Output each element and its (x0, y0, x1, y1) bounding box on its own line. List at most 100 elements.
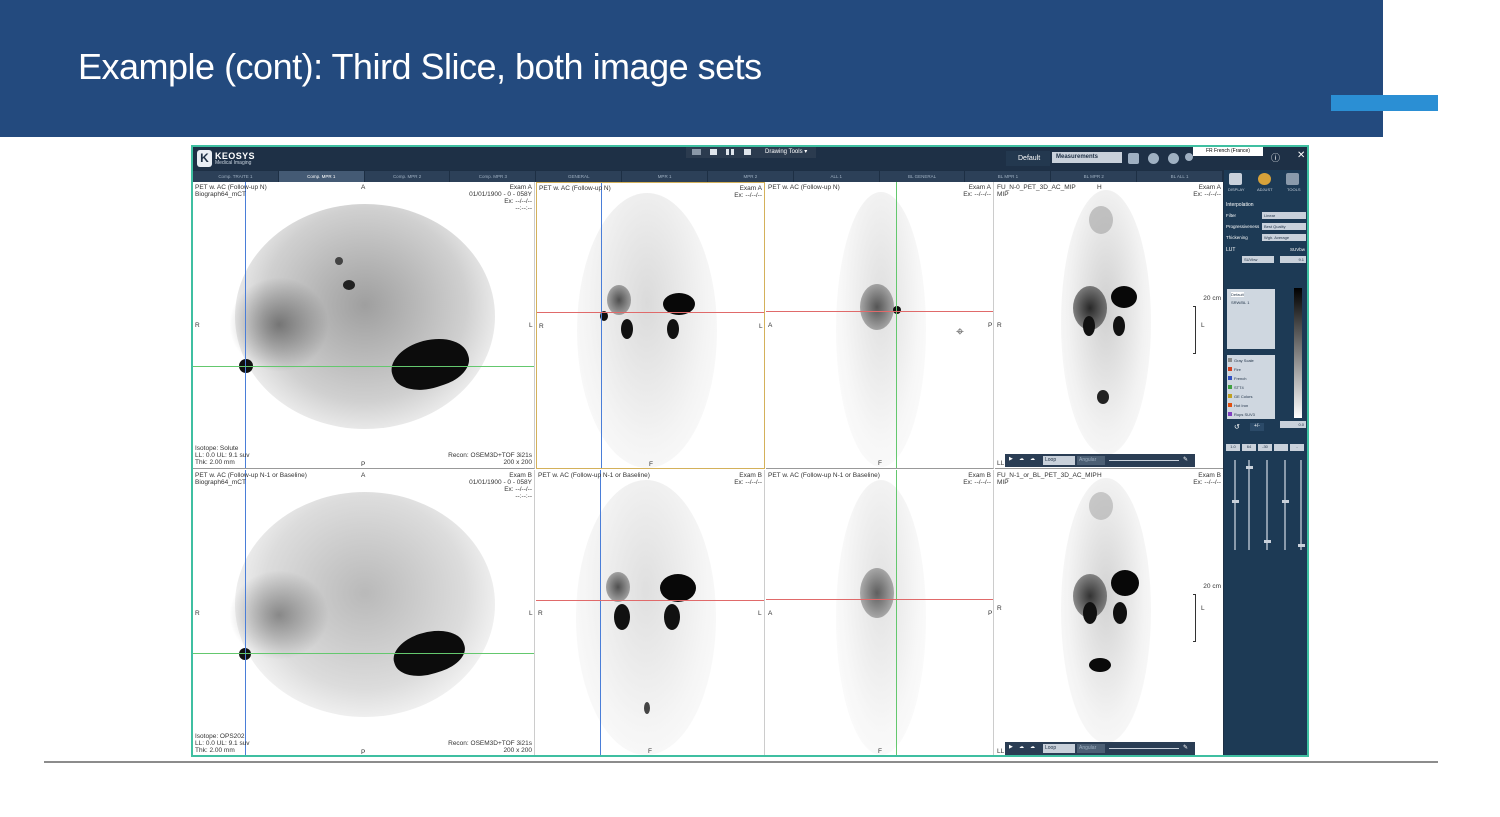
adjust-value[interactable]: -30 (1258, 444, 1272, 451)
color-map-item[interactable]: Rops SUV3 (1234, 412, 1255, 417)
viewport-bottom-axial[interactable]: PET w. AC (Follow-up N-1 or Baseline) Bi… (193, 470, 535, 755)
filter-select[interactable]: Linear (1262, 212, 1306, 219)
slider-5[interactable] (1298, 460, 1305, 550)
grid-icon[interactable] (692, 149, 701, 155)
tools-icon[interactable] (1286, 173, 1299, 185)
tab-bl-mpr-2[interactable]: BL MPR 2 (1051, 171, 1138, 182)
globe-icon[interactable] (1148, 153, 1159, 164)
crosshair-horizontal[interactable] (766, 599, 993, 600)
monitor-icon[interactable] (744, 149, 751, 155)
play-icon[interactable]: ▶ (1009, 456, 1013, 462)
tab-general[interactable]: GENERAL (536, 171, 623, 182)
crosshair-horizontal[interactable] (193, 653, 534, 654)
tab-all-1[interactable]: ALL 1 (794, 171, 880, 182)
tab-comp-mpr-1[interactable]: Comp. MPR 1 (278, 171, 365, 182)
slider-2[interactable] (1246, 460, 1253, 550)
color-map-item[interactable]: French (1234, 376, 1246, 381)
search-icon[interactable] (1185, 153, 1193, 161)
viewport-top-coronal[interactable]: PET w. AC (Follow-up N) Exam A Ex: --/--… (536, 182, 765, 469)
slider-1[interactable] (1232, 460, 1239, 550)
viewport-top-sagittal[interactable]: PET w. AC (Follow-up N) Exam A Ex: --/--… (766, 182, 994, 469)
tab-bl-mpr-1[interactable]: BL MPR 1 (966, 171, 1052, 182)
tab-comp-traite-1[interactable]: Comp. TRAITE 1 (193, 171, 279, 182)
color-map-item[interactable]: Hot Iron (1234, 403, 1248, 408)
pause-icon[interactable] (726, 149, 729, 155)
sync-icon[interactable] (1168, 153, 1179, 164)
pet-sagittal-body (836, 192, 926, 467)
slider-knob[interactable] (1298, 544, 1305, 547)
tab-mpr-2[interactable]: MPR 2 (708, 171, 794, 182)
crosshair-vertical[interactable] (896, 182, 897, 468)
lut-min-value[interactable]: 0.0 (1280, 421, 1306, 428)
bounce-icon[interactable]: ☁ (1030, 456, 1035, 462)
viewport-bottom-coronal[interactable]: PET w. AC (Follow-up N-1 or Baseline) Ex… (536, 470, 765, 755)
adjust-value[interactable]: - (1290, 444, 1304, 451)
measurements-dropdown[interactable]: Measurements (1052, 152, 1122, 163)
drawing-tools-dropdown[interactable]: Drawing Tools ▾ (765, 148, 807, 155)
stop-icon[interactable] (710, 149, 717, 155)
adjust-value[interactable]: 1.0 (1226, 444, 1240, 451)
play-icon[interactable]: ▶ (1009, 744, 1013, 750)
angular-dropdown[interactable]: Angular (1077, 456, 1105, 465)
lut-item[interactable]: Default (1231, 292, 1244, 297)
cine-speed-slider[interactable] (1109, 460, 1179, 461)
crosshair-horizontal[interactable] (193, 366, 534, 367)
crosshair-vertical[interactable] (600, 470, 601, 755)
slider-knob[interactable] (1282, 500, 1289, 503)
lut-max-value[interactable]: 9.1 (1280, 256, 1306, 263)
loop-dropdown[interactable]: Loop (1043, 456, 1075, 465)
lut-item[interactable]: SRW/BL 1 (1231, 300, 1249, 305)
tools-tab[interactable]: TOOLS (1287, 187, 1301, 192)
slider-3[interactable] (1264, 460, 1271, 550)
viewport-bottom-mip[interactable]: FU_N-1_or_BL_PET_3D_AC_MIP MIP H Exam B … (995, 470, 1223, 755)
color-map-item[interactable]: STT4 (1234, 385, 1244, 390)
viewport-top-axial[interactable]: PET w. AC (Follow-up N) Biograph64_mCT A… (193, 182, 535, 469)
pin-icon[interactable]: ✎ (1183, 456, 1188, 463)
tab-bl-all-1[interactable]: BL ALL 1 (1137, 171, 1223, 182)
lut-select[interactable]: SUVbw (1242, 256, 1274, 263)
info-icon[interactable]: ⓘ (1271, 151, 1280, 164)
plus-icon[interactable] (1128, 153, 1139, 164)
thickness-select[interactable]: Wgh. Average (1262, 234, 1306, 241)
color-bar[interactable] (1294, 288, 1302, 418)
slider-knob[interactable] (1246, 466, 1253, 469)
adjust-value[interactable] (1274, 444, 1288, 451)
crosshair-vertical[interactable] (245, 182, 246, 468)
slider-knob[interactable] (1232, 500, 1239, 503)
rotate-icon[interactable]: ☁ (1019, 456, 1024, 462)
close-icon[interactable]: ✕ (1297, 150, 1305, 161)
viewport-bottom-sagittal[interactable]: PET w. AC (Follow-up N-1 or Baseline) Ex… (766, 470, 994, 755)
crosshair-vertical[interactable] (245, 470, 246, 755)
slider-knob[interactable] (1264, 540, 1271, 543)
color-map-item[interactable]: Gray Scale (1234, 358, 1254, 363)
cine-speed-slider[interactable] (1109, 748, 1179, 749)
crosshair-vertical[interactable] (601, 183, 602, 468)
adjust-value[interactable]: 64 (1242, 444, 1256, 451)
crosshair-vertical[interactable] (896, 470, 897, 755)
viewport-top-mip[interactable]: FU_N-0_PET_3D_AC_MIP MIP H Exam A Ex: --… (995, 182, 1223, 469)
display-tab[interactable]: DISPLAY (1228, 187, 1245, 192)
bounce-icon[interactable]: ☁ (1030, 744, 1035, 750)
color-map-item[interactable]: GE Colors (1234, 394, 1252, 399)
tab-comp-mpr-2[interactable]: Comp. MPR 2 (365, 171, 451, 182)
tab-comp-mpr-3[interactable]: Comp. MPR 3 (451, 171, 537, 182)
tab-mpr-1[interactable]: MPR 1 (622, 171, 708, 182)
crosshair-horizontal[interactable] (766, 311, 993, 312)
crosshair-horizontal[interactable] (536, 600, 764, 601)
reset-icon[interactable]: ↺ (1234, 423, 1240, 431)
display-icon[interactable] (1229, 173, 1242, 185)
preset-selector[interactable]: Default (1006, 151, 1050, 166)
tab-bl-general[interactable]: BL GENERAL (880, 171, 966, 182)
slider-4[interactable] (1282, 460, 1289, 550)
loop-dropdown[interactable]: Loop (1043, 744, 1075, 753)
invert-button[interactable]: +/- (1250, 423, 1264, 431)
adjust-icon[interactable] (1258, 173, 1271, 185)
color-map-item[interactable]: Fire (1234, 367, 1241, 372)
rotate-icon[interactable]: ☁ (1019, 744, 1024, 750)
crosshair-horizontal[interactable] (537, 312, 764, 313)
language-select[interactable]: FR French (France) (1193, 147, 1263, 156)
angular-dropdown[interactable]: Angular (1077, 744, 1105, 753)
adjust-tab[interactable]: ADJUST (1257, 187, 1273, 192)
pin-icon[interactable]: ✎ (1183, 744, 1188, 751)
progressiveness-select[interactable]: Best Quality (1262, 223, 1306, 230)
